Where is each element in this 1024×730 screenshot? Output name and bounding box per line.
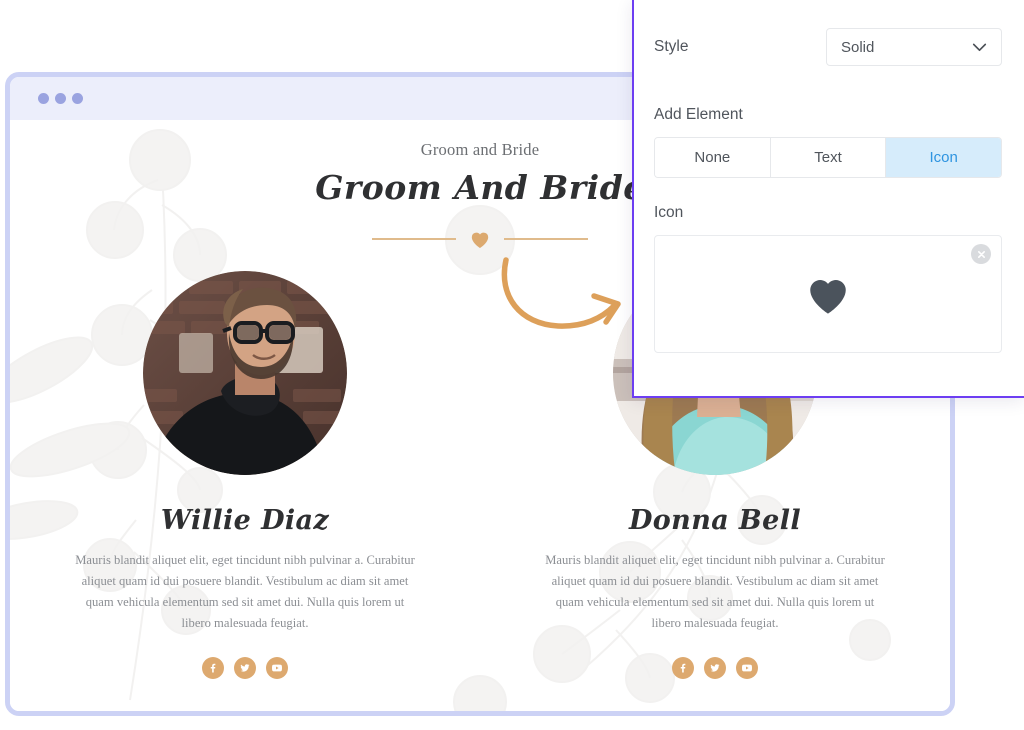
icon-label: Icon (654, 204, 684, 221)
add-element-segmented-control: None Text Icon (654, 137, 1002, 178)
chevron-down-icon (972, 43, 987, 52)
icon-preview-box[interactable] (654, 235, 1002, 353)
youtube-icon[interactable] (266, 656, 288, 679)
twitter-icon[interactable] (234, 656, 256, 679)
window-dot-maximize[interactable] (72, 93, 83, 104)
window-dot-close[interactable] (38, 93, 49, 104)
screenshot-stage: Groom and Bride Groom And Bride Willie D… (0, 0, 1024, 730)
facebook-icon[interactable] (202, 656, 224, 679)
segment-icon[interactable]: Icon (886, 138, 1001, 177)
divider-line-left (372, 238, 456, 240)
settings-panel: Style Solid Add Element None Text Icon I… (632, 0, 1024, 398)
style-select[interactable]: Solid (826, 28, 1002, 66)
style-select-value: Solid (841, 38, 875, 56)
social-links (34, 656, 456, 679)
person-description: Mauris blandit aliquet elit, eget tincid… (75, 553, 415, 631)
divider-line-right (504, 238, 588, 240)
person-description: Mauris blandit aliquet elit, eget tincid… (545, 553, 885, 631)
window-dot-minimize[interactable] (55, 93, 66, 104)
segment-text[interactable]: Text (770, 138, 887, 177)
person-name: Donna Bell (628, 505, 802, 536)
twitter-icon[interactable] (704, 656, 726, 679)
heart-divider (372, 229, 588, 249)
heart-icon (805, 273, 851, 315)
social-links (504, 656, 926, 679)
style-row: Style Solid (654, 28, 1002, 66)
heart-icon (469, 229, 491, 249)
person-name: Willie Diaz (160, 505, 330, 536)
add-element-label: Add Element (654, 106, 743, 123)
facebook-icon[interactable] (672, 656, 694, 679)
youtube-icon[interactable] (736, 656, 758, 679)
avatar (143, 271, 347, 475)
person-card: Willie Diaz Mauris blandit aliquet elit,… (10, 271, 480, 679)
style-label: Style (654, 38, 689, 55)
close-circle-icon[interactable] (971, 244, 991, 264)
segment-none[interactable]: None (655, 138, 771, 177)
